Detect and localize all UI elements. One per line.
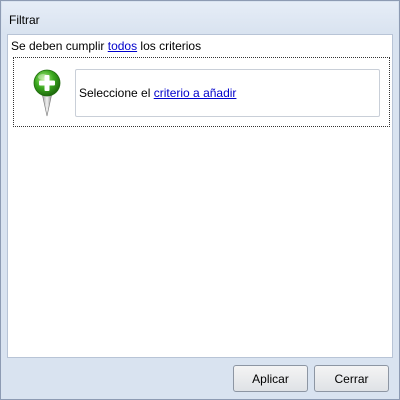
criterion-link[interactable]: criterio a añadir xyxy=(154,86,237,100)
criterion-selector[interactable]: Seleccione el criterio a añadir xyxy=(75,69,380,117)
title-bar: Filtrar xyxy=(2,2,398,33)
match-suffix: los criterios xyxy=(137,39,202,53)
criterion-prompt: Seleccione el criterio a añadir xyxy=(79,86,236,100)
close-button[interactable]: Cerrar xyxy=(314,365,389,392)
match-mode-link[interactable]: todos xyxy=(108,39,137,53)
window-title: Filtrar xyxy=(9,13,40,27)
filter-dialog: Filtrar Se deben cumplir todos los crite… xyxy=(0,0,400,400)
filter-panel: Se deben cumplir todos los criterios Sel… xyxy=(7,34,393,358)
apply-button[interactable]: Aplicar xyxy=(233,365,308,392)
criterion-row: Seleccione el criterio a añadir xyxy=(13,57,390,127)
criterion-prefix: Seleccione el xyxy=(79,86,154,100)
footer-divider xyxy=(8,357,392,358)
match-criteria-line: Se deben cumplir todos los criterios xyxy=(11,39,201,53)
add-criterion-icon[interactable] xyxy=(32,69,62,119)
match-prefix: Se deben cumplir xyxy=(11,39,108,53)
